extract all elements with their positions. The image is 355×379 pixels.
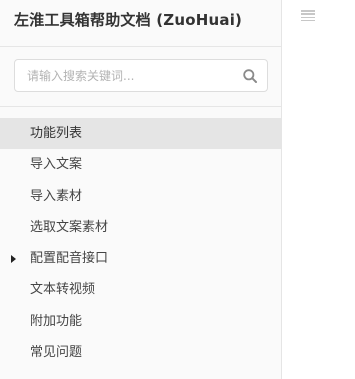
- search-box[interactable]: [14, 59, 268, 92]
- nav-item-select-material[interactable]: 选取文案素材: [0, 212, 281, 243]
- nav-item-label: 导入文案: [30, 157, 83, 173]
- hamburger-menu-icon[interactable]: [301, 10, 315, 22]
- search-divider: [0, 106, 281, 107]
- nav-item-dubbing-api[interactable]: 配置配音接口: [0, 243, 281, 274]
- nav-item-label: 导入素材: [30, 188, 83, 204]
- sidebar: 左淮工具箱帮助文档 (ZuoHuai) 功能列表 导入文案 导入素材 选取文案素…: [0, 0, 282, 379]
- nav-item-label: 配置配音接口: [30, 251, 109, 267]
- nav-item-label: 附加功能: [30, 313, 83, 329]
- title-divider: [0, 46, 281, 47]
- nav-item-faq[interactable]: 常见问题: [0, 337, 281, 368]
- nav-item-label: 常见问题: [30, 345, 83, 361]
- nav-item-text-to-video[interactable]: 文本转视频: [0, 274, 281, 305]
- nav-item-label: 文本转视频: [30, 282, 96, 298]
- nav-item-import-copy[interactable]: 导入文案: [0, 149, 281, 180]
- nav-item-label: 选取文案素材: [30, 219, 109, 235]
- nav-menu: 功能列表 导入文案 导入素材 选取文案素材 配置配音接口 文本转视频 附加功能 …: [0, 118, 281, 368]
- doc-title[interactable]: 左淮工具箱帮助文档 (ZuoHuai): [14, 9, 242, 30]
- nav-item-extra-features[interactable]: 附加功能: [0, 306, 281, 337]
- search-icon[interactable]: [242, 68, 258, 84]
- search-input[interactable]: [15, 60, 247, 91]
- nav-item-function-list[interactable]: 功能列表: [0, 118, 281, 150]
- caret-right-icon[interactable]: [11, 255, 16, 264]
- nav-item-label: 功能列表: [30, 126, 83, 141]
- nav-item-import-material[interactable]: 导入素材: [0, 181, 281, 212]
